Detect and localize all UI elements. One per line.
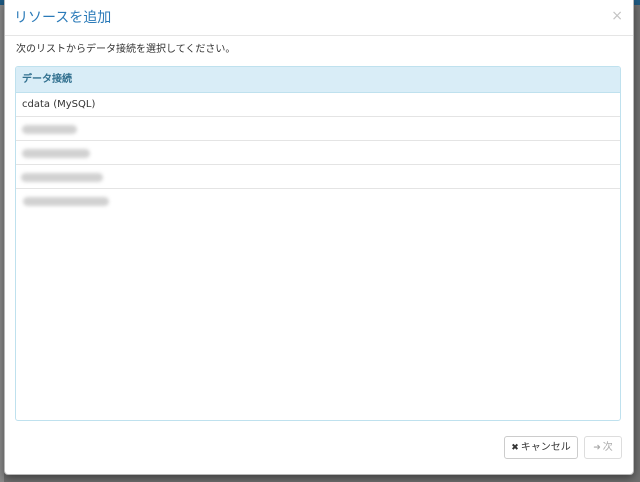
list-item[interactable] [16, 117, 620, 141]
cancel-x-icon: ✖ [511, 443, 519, 453]
redacted-label [22, 125, 77, 134]
add-resource-dialog: リソースを追加 × 次のリストからデータ接続を選択してください。 データ接続 c… [4, 0, 634, 475]
dialog-header: リソースを追加 × [5, 0, 633, 36]
cancel-button[interactable]: ✖ キャンセル [504, 436, 578, 459]
cancel-label: キャンセル [520, 442, 571, 453]
list-item[interactable]: cdata (MySQL) [16, 93, 620, 117]
close-icon[interactable]: × [611, 6, 623, 26]
next-label: 次 [602, 442, 613, 453]
list-header: データ接続 [16, 67, 620, 93]
redacted-label [21, 173, 103, 182]
dialog-footer: ✖ キャンセル ➜ 次 [5, 426, 633, 474]
next-button[interactable]: ➜ 次 [584, 436, 622, 459]
list-item[interactable] [16, 165, 620, 189]
list-item-label: cdata (MySQL) [22, 99, 96, 110]
arrow-right-icon: ➜ [593, 443, 601, 453]
data-connection-list: データ接続 cdata (MySQL) [15, 66, 621, 421]
instruction-text: 次のリストからデータ接続を選択してください。 [16, 44, 236, 55]
redacted-label [23, 197, 109, 206]
redacted-label [22, 149, 90, 158]
list-item[interactable] [16, 141, 620, 165]
list-item[interactable] [16, 189, 620, 213]
dialog-title: リソースを追加 [14, 10, 112, 26]
